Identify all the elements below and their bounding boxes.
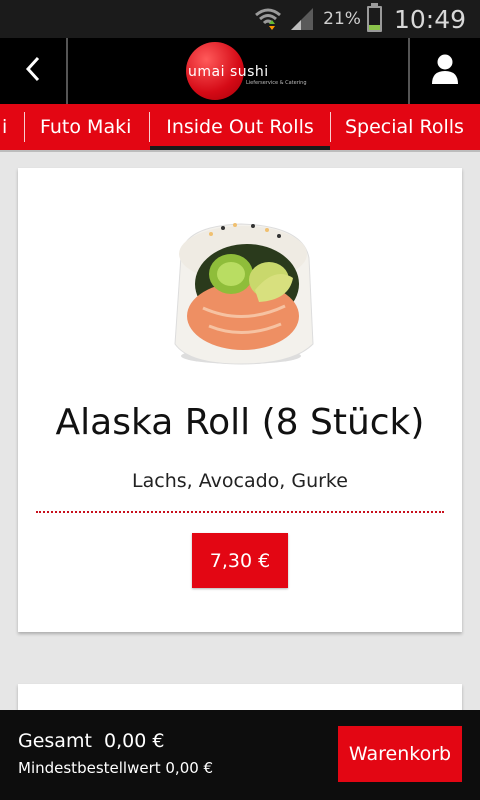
cart-button[interactable]: Warenkorb [338,726,462,782]
logo-text-umai: umai [188,64,225,80]
chevron-left-icon [23,55,43,87]
tab-partial[interactable]: i [2,104,7,150]
back-button[interactable] [0,38,68,104]
minimum-order: Mindestbestellwert 0,00 € [18,759,214,777]
tab-separator [330,112,331,142]
logo: umai sushi Lieferservice & Catering [186,42,307,100]
battery-percent: 21% [323,9,361,29]
tab-futo-maki[interactable]: Futo Maki [40,104,131,150]
order-total: Gesamt 0,00 € [18,730,165,752]
battery-icon [366,3,382,32]
price-button[interactable]: 7,30 € [192,533,288,588]
tab-special-rolls[interactable]: Special Rolls [345,104,464,150]
product-description: Lachs, Avocado, Gurke [132,470,348,492]
logo-text: umai sushi [188,64,269,80]
user-icon [430,53,460,89]
clock: 10:49 [393,4,466,34]
divider [36,511,444,513]
product-card[interactable]: Alaska Roll (8 Stück) Lachs, Avocado, Gu… [18,168,462,632]
cart-footer: Gesamt 0,00 € Mindestbestellwert 0,00 € … [0,710,480,800]
category-tabs: i Futo Maki Inside Out Rolls Special Rol… [0,104,480,150]
user-button[interactable] [408,38,480,104]
product-image [163,216,319,368]
logo-text-sushi: sushi [229,64,269,80]
signal-icon [289,6,317,32]
app-bar: umai sushi Lieferservice & Catering [0,38,480,104]
product-name: Alaska Roll (8 Stück) [55,402,425,443]
wifi-icon [253,6,283,32]
tab-separator [24,112,25,142]
tabs-divider [0,150,480,152]
status-bar: 21% 10:49 [0,0,480,38]
tab-inside-out-rolls[interactable]: Inside Out Rolls [150,104,330,150]
logo-subtext: Lieferservice & Catering [246,80,307,86]
